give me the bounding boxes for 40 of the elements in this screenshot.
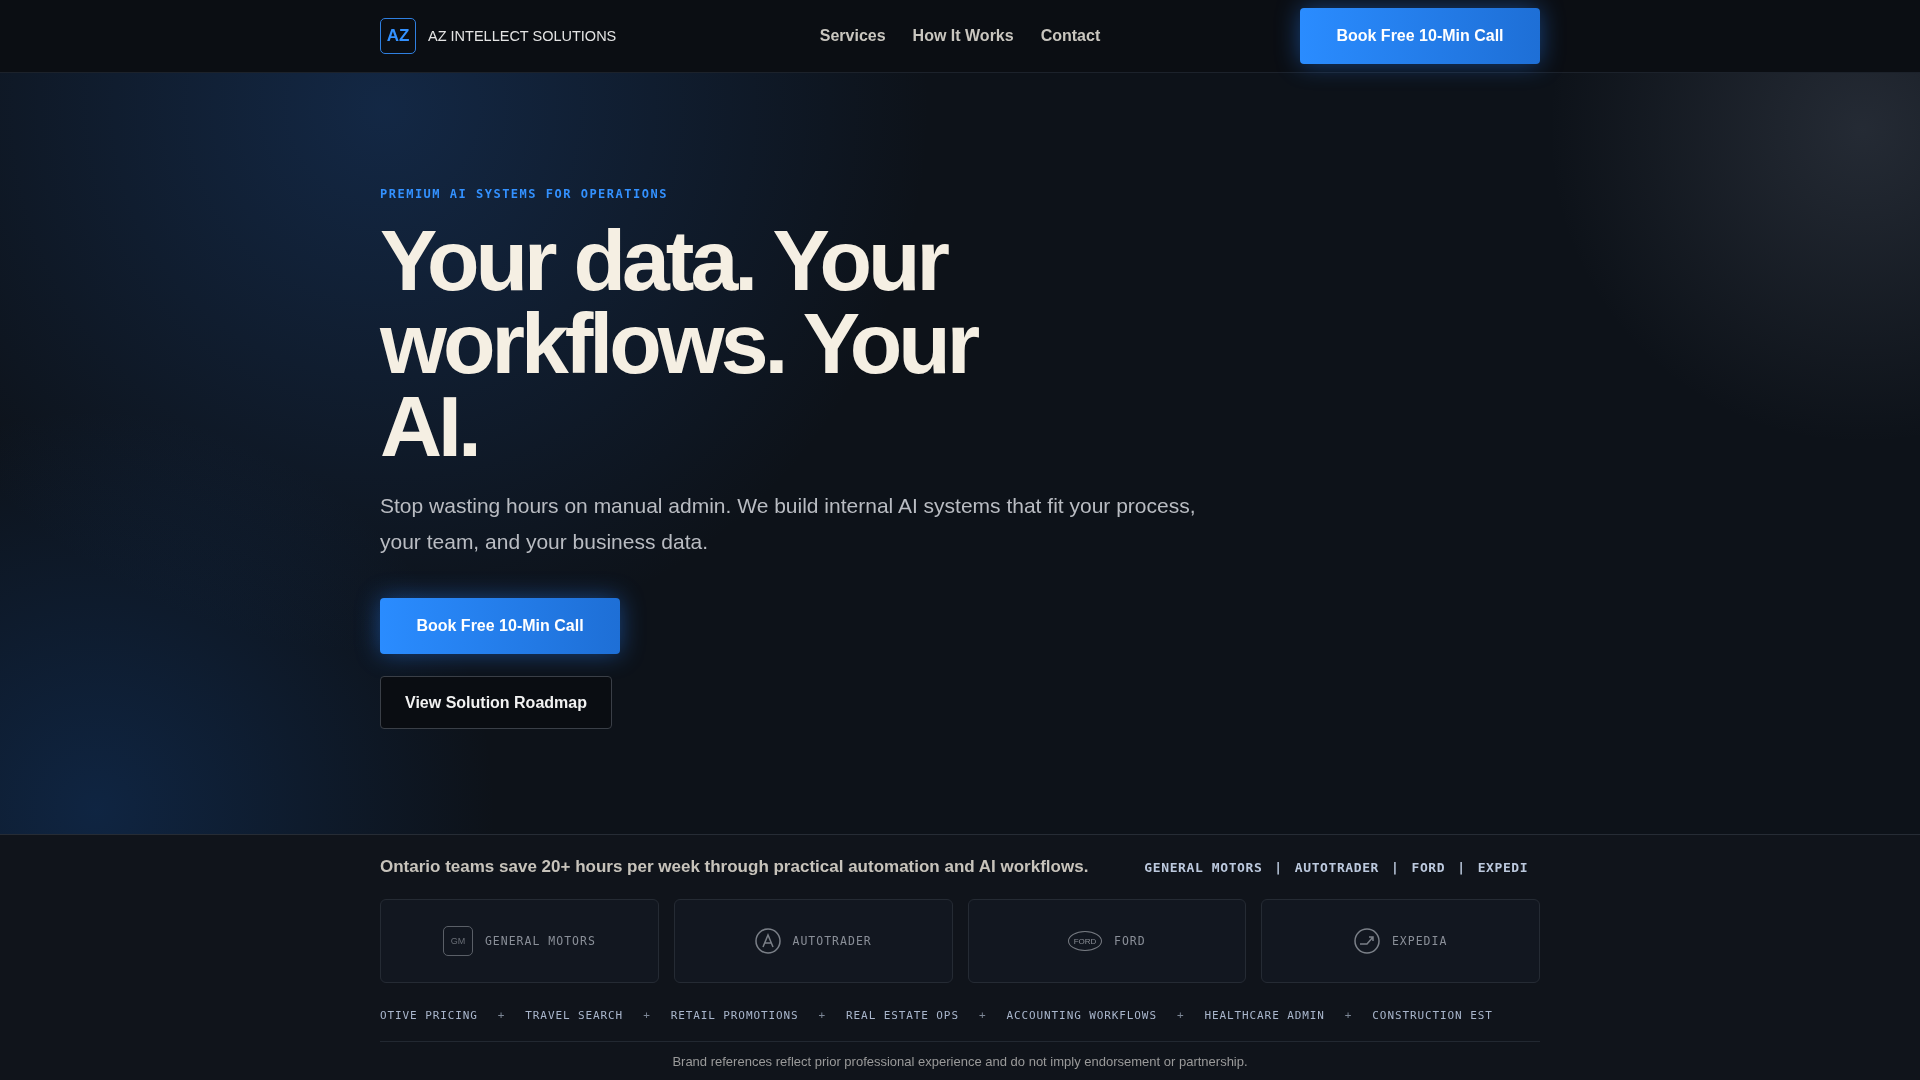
brand-name: GENERAL MOTORS xyxy=(484,934,596,948)
brand-name: AZ INTELLECT SOLUTIONS xyxy=(428,28,617,44)
industry-tag: RETAIL PROMOTIONS xyxy=(670,1008,799,1022)
plane-logo-icon xyxy=(1353,928,1380,954)
brand-name: AUTOTRADER xyxy=(792,934,872,948)
industry-tag: HEALTHCARE ADMIN xyxy=(1204,1008,1325,1022)
letter-logo-icon xyxy=(754,928,781,954)
industry-tag: CONSTRUCTION EST xyxy=(1372,1008,1493,1022)
roadmap-button[interactable]: View Solution Roadmap xyxy=(380,676,612,729)
separator-text: + xyxy=(643,1008,651,1022)
book-call-button[interactable]: Book Free 10-Min Call xyxy=(1300,8,1540,64)
nav-link[interactable]: Contact xyxy=(1040,27,1101,45)
hero-subtitle: Stop wasting hours on manual admin. We build internal AI systems that fit your process, your team, and your business data. xyxy=(380,493,1197,555)
separator-text: + xyxy=(497,1008,506,1022)
brand-text: FORD xyxy=(1411,859,1446,875)
industry-tag: REAL ESTATE OPS xyxy=(846,1008,959,1022)
hero-heading: Your data. Your workflows. Your AI. xyxy=(380,219,977,468)
eyebrow-text: PREMIUM AI SYSTEMS FOR OPERATIONS xyxy=(380,187,668,201)
nav-link[interactable]: Services xyxy=(819,27,886,45)
brand-text: EXPEDI xyxy=(1477,859,1529,875)
industry-tag: TRAVEL SEARCH xyxy=(525,1008,624,1022)
brand-text: AUTOTRADER xyxy=(1294,859,1380,875)
separator-text: + xyxy=(1176,1008,1185,1022)
logo-icon: GM xyxy=(442,926,473,956)
brand-name: EXPEDIA xyxy=(1391,934,1448,948)
separator-text: | xyxy=(1457,859,1466,875)
book-call-button[interactable]: Book Free 10-Min Call xyxy=(380,598,620,654)
industry-tag: OTIVE PRICING xyxy=(380,1008,478,1022)
separator-text: + xyxy=(1344,1008,1353,1022)
separator-text: | xyxy=(1391,859,1400,875)
nav-link[interactable]: How It Works xyxy=(912,27,1014,45)
brand-text: GENERAL MOTORS xyxy=(1144,859,1263,875)
separator-text: + xyxy=(978,1008,987,1022)
brand-name: FORD xyxy=(1114,934,1146,948)
logo-mark[interactable]: AZ xyxy=(380,18,416,54)
ticker-statement: Ontario teams save 20+ hours per week through practical automation and AI workflows. xyxy=(380,857,1089,877)
disclaimer-text: Brand references reflect prior professional experience and do not imply endorsement or partnership. xyxy=(671,1054,1249,1069)
industry-tag: ACCOUNTING WORKFLOWS xyxy=(1006,1008,1157,1022)
separator-text: | xyxy=(1274,859,1283,875)
separator-text: + xyxy=(818,1008,827,1022)
